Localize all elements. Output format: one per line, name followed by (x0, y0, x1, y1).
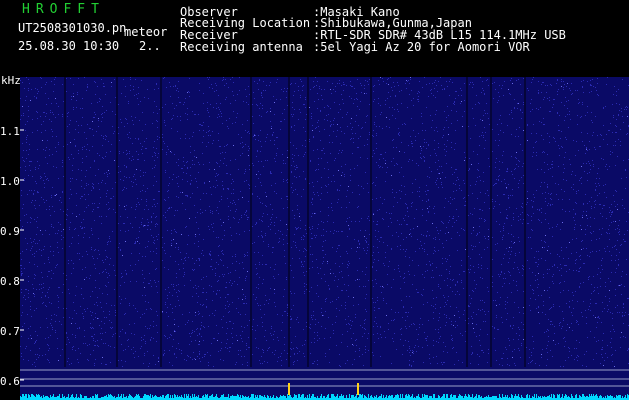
y-tick-3: 0.9 (0, 225, 20, 238)
spectrogram-background (20, 77, 629, 400)
y-tick-1: 1.1 (0, 125, 20, 138)
marker-left (288, 383, 290, 395)
y-tick-4: 0.8 (0, 275, 20, 288)
mode-label: meteor (124, 25, 168, 39)
spectrogram-canvas (20, 77, 629, 400)
datetime-label: 25.08.30 10:30 (18, 39, 120, 53)
y-tick-6: 0.6 (0, 375, 20, 388)
marker-right (357, 383, 359, 395)
antenna-label: Receiving antenna (180, 40, 303, 54)
y-unit-label: kHz (1, 74, 21, 87)
y-tick-2: 1.0 (0, 175, 20, 188)
spectrogram-plot (20, 77, 629, 400)
counter-label: 2.. (139, 39, 161, 53)
filename-label: UT2508301030.pn (18, 21, 127, 35)
y-tick-5: 0.7 (0, 325, 20, 338)
antenna-value: :5el Yagi Az 20 for Aomori VOR (313, 40, 530, 54)
hrofft-window: HROFFT UT2508301030.pn meteor 25.08.30 1… (0, 0, 629, 400)
app-title: HROFFT (22, 2, 105, 17)
